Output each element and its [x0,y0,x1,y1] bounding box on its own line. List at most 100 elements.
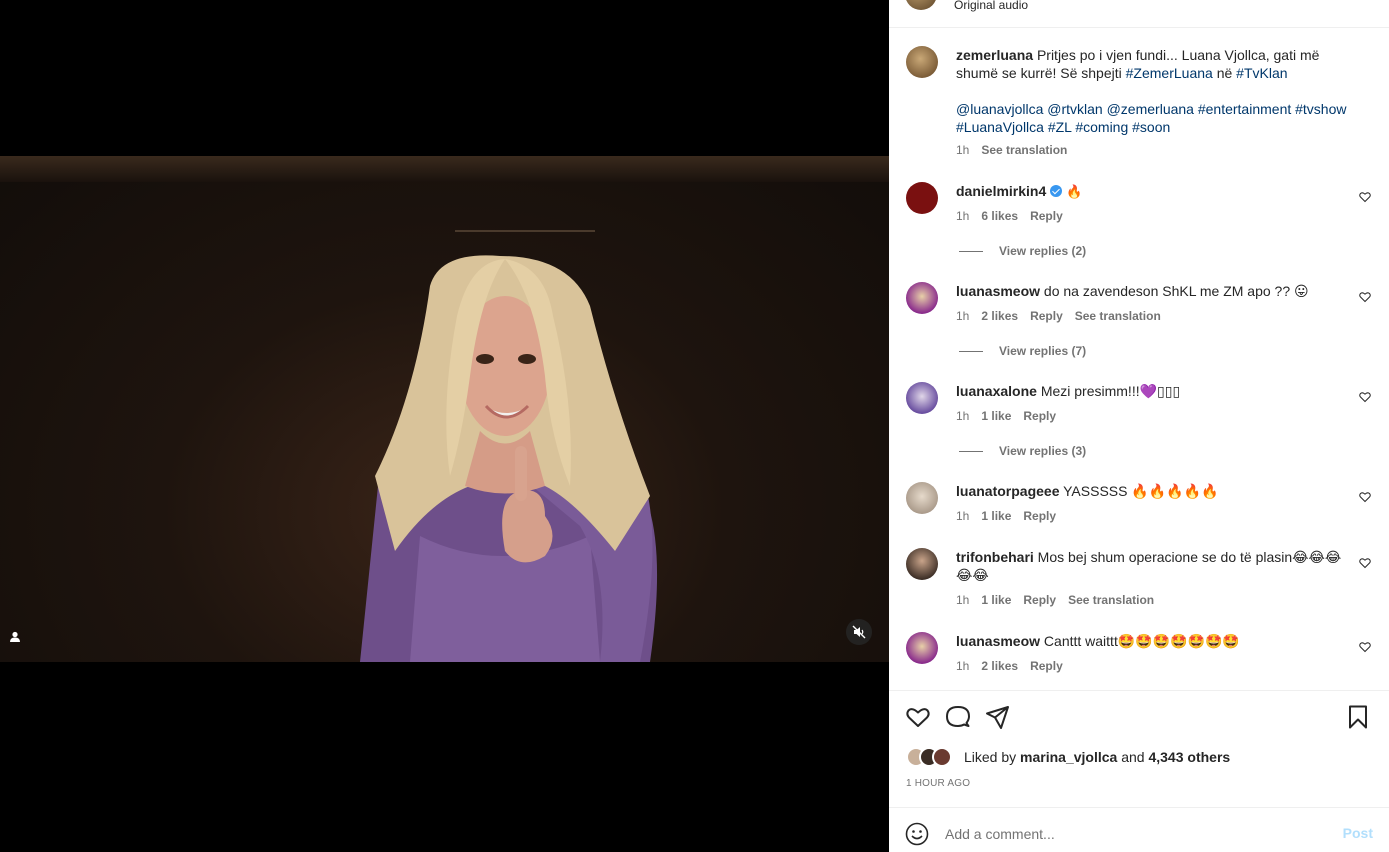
comment-time: 1h [956,593,970,607]
see-translation-button[interactable]: See translation [981,143,1067,157]
likes-others-count[interactable]: 4,343 others [1148,749,1230,765]
comment-like-heart-icon[interactable] [1359,291,1371,303]
comment-avatar[interactable] [906,482,938,514]
reply-button[interactable]: Reply [1023,409,1056,423]
reply-button[interactable]: Reply [1030,209,1063,223]
comment-likes[interactable]: 1 like [981,593,1011,607]
mute-icon [852,625,866,639]
comment-username[interactable]: luanasmeow [956,283,1040,299]
video-player[interactable] [0,156,889,662]
see-translation-button[interactable]: See translation [1068,593,1154,607]
view-replies-button[interactable]: View replies (7) [959,344,1086,358]
comment-likes[interactable]: 6 likes [981,209,1018,223]
comment-time: 1h [956,309,970,323]
caption-mentions[interactable]: @luanavjollca @rtvklan @zemerluana #ente… [956,101,1347,117]
reply-button[interactable]: Reply [1030,309,1063,323]
comment-likes[interactable]: 2 likes [981,309,1018,323]
comment-like-heart-icon[interactable] [1359,491,1371,503]
comment-body: Mezi presimm!!!💜▯▯▯ [1040,383,1181,399]
divider [889,690,1389,691]
comment-likes[interactable]: 2 likes [981,659,1018,673]
comment-text: luanaxalone Mezi presimm!!!💜▯▯▯ [956,382,1180,400]
comment-username[interactable]: danielmirkin4 [956,183,1046,199]
post-media[interactable] [0,0,889,852]
view-replies-label: View replies (7) [999,344,1087,358]
comment-text: luanasmeow Canttt waittt🤩🤩🤩🤩🤩🤩🤩 [956,632,1240,650]
comment-likes[interactable]: 1 like [981,409,1011,423]
liked-by-username[interactable]: marina_vjollca [1020,749,1117,765]
view-replies-label: View replies (3) [999,444,1087,458]
comment-like-heart-icon[interactable] [1359,641,1371,653]
comment-username[interactable]: luanasmeow [956,633,1040,649]
comment-likes[interactable]: 1 like [981,509,1011,523]
caption-username[interactable]: zemerluana [956,47,1033,63]
comment-avatar[interactable] [906,382,938,414]
reply-button[interactable]: Reply [1030,659,1063,673]
see-translation-button[interactable]: See translation [1075,309,1161,323]
heart-icon[interactable] [905,704,931,730]
verified-badge-icon [1050,185,1063,197]
caption-text: zemerluana Pritjes po i vjen fundi... Lu… [956,46,1356,136]
comment-time: 1h [956,209,970,223]
comment-body: 🔥 [1066,185,1083,200]
tagged-users-button[interactable] [4,626,26,648]
comment-body: do na zavendeson ShKL me ZM apo ?? 😛 [1043,283,1309,299]
comment-body: Canttt waittt🤩🤩🤩🤩🤩🤩🤩 [1043,633,1240,649]
post-timestamp[interactable]: 1 HOUR AGO [906,778,970,789]
comment-like-heart-icon[interactable] [1359,557,1371,569]
reply-button[interactable]: Reply [1023,509,1056,523]
view-replies-button[interactable]: View replies (3) [959,444,1086,458]
comment-icon[interactable] [945,704,971,730]
avatar [932,747,952,767]
comment-body: YASSSSS 🔥🔥🔥🔥🔥 [1063,483,1219,499]
comment-meta: 1h 2 likes Reply [956,659,1063,673]
divider [889,807,1389,808]
comment-avatar[interactable] [906,632,938,664]
replies-divider [959,250,983,252]
likes-prefix: Liked by [964,749,1017,765]
original-audio-link[interactable]: Original audio [954,0,1028,12]
comment-input[interactable] [945,826,1325,842]
mute-toggle-button[interactable] [846,619,872,645]
comment-username[interactable]: luanaxalone [956,383,1037,399]
comment-meta: 1h 1 like Reply See translation [956,593,1154,607]
audio-avatar[interactable] [905,0,937,10]
comment-body: Mos bej shum operacione se do të plasin😂… [1037,549,1342,565]
caption-time: 1h [956,143,970,157]
caption-avatar[interactable] [906,46,938,78]
comment-text: trifonbehari Mos bej shum operacione se … [956,548,1356,584]
caption-hashtags[interactable]: #LuanaVjollca #ZL #coming #soon [956,119,1170,135]
add-comment-bar: Post [905,821,1373,847]
comment-username[interactable]: trifonbehari [956,549,1034,565]
likes-and: and [1121,749,1145,765]
comment-meta: 1h 2 likes Reply See translation [956,309,1161,323]
bookmark-icon[interactable] [1345,704,1371,730]
comment-meta: 1h 1 like Reply [956,409,1056,423]
caption-meta: 1h See translation [956,143,1067,157]
comment-body-continued: 😂😂 [956,567,989,583]
comment-time: 1h [956,659,970,673]
comment-time: 1h [956,509,970,523]
user-tag-icon [10,631,20,642]
comment-meta: 1h 1 like Reply [956,509,1056,523]
comment-like-heart-icon[interactable] [1359,391,1371,403]
comment-avatar[interactable] [906,548,938,580]
liker-avatars [906,746,962,768]
reply-button[interactable]: Reply [1023,593,1056,607]
emoji-icon[interactable] [905,822,929,846]
post-comment-button[interactable]: Post [1343,825,1373,841]
view-replies-label: View replies (2) [999,244,1087,258]
share-icon[interactable] [985,704,1011,730]
video-frame-woman [360,255,658,662]
comment-like-heart-icon[interactable] [1359,191,1371,203]
comment-avatar[interactable] [906,182,938,214]
comments-list[interactable]: zemerluana Pritjes po i vjen fundi... Lu… [889,28,1389,690]
hashtag-link[interactable]: #ZemerLuana [1126,65,1213,81]
comment-avatar[interactable] [906,282,938,314]
view-replies-button[interactable]: View replies (2) [959,244,1086,258]
hashtag-link[interactable]: #TvKlan [1236,65,1287,81]
comment-username[interactable]: luanatorpageee [956,483,1059,499]
comment-text: danielmirkin4 🔥 [956,182,1082,202]
likes-summary[interactable]: Liked by marina_vjollca and 4,343 others [906,746,1230,768]
post-side-panel: Original audio zemerluana Pritjes po i v… [889,0,1389,852]
